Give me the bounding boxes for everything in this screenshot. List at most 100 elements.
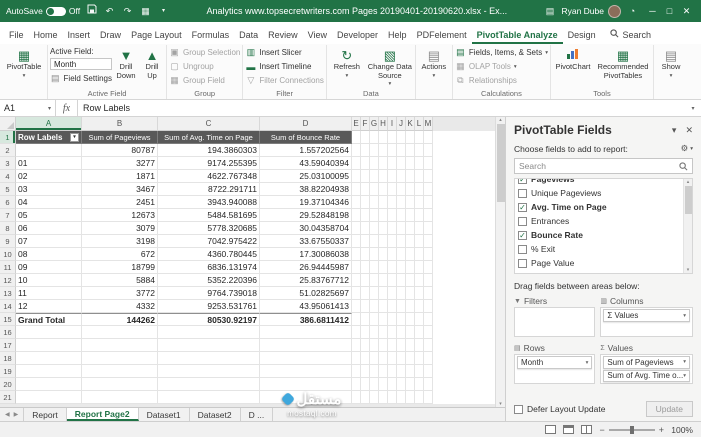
cell-f1[interactable] — [361, 131, 370, 144]
cell-h11[interactable] — [379, 261, 388, 274]
relationships-button[interactable]: ⧉ Relationships — [455, 74, 517, 87]
cell-f3[interactable] — [361, 157, 370, 170]
cell-c19[interactable] — [158, 365, 260, 378]
cell-j7[interactable] — [397, 209, 406, 222]
cell-b4[interactable]: 1871 — [82, 170, 158, 183]
cell-h4[interactable] — [379, 170, 388, 183]
cell-e19[interactable] — [352, 365, 361, 378]
cell-l2[interactable] — [415, 144, 424, 157]
cell-k6[interactable] — [406, 196, 415, 209]
cell-a15[interactable]: Grand Total — [16, 313, 82, 326]
row-header-10[interactable]: 10 — [0, 248, 16, 261]
insert-slicer-button[interactable]: ▥ Insert Slicer — [245, 46, 301, 59]
cell-b15[interactable]: 144262 — [82, 313, 158, 326]
cell-a10[interactable]: 08 — [16, 248, 82, 261]
cell-f9[interactable] — [361, 235, 370, 248]
checkbox-exit[interactable] — [518, 245, 527, 254]
cell-c21[interactable] — [158, 391, 260, 404]
area-item-dropdown-icon[interactable]: ▾ — [683, 359, 686, 365]
active-field-input[interactable]: Month — [50, 58, 112, 70]
select-all-button[interactable] — [0, 117, 16, 131]
cell-a14[interactable]: 12 — [16, 300, 82, 313]
row-header-20[interactable]: 20 — [0, 378, 16, 391]
field-item-entrances[interactable]: Entrances — [518, 214, 682, 228]
cell-k16[interactable] — [406, 326, 415, 339]
cell-j6[interactable] — [397, 196, 406, 209]
field-list-scroll-up-icon[interactable]: ▴ — [687, 179, 690, 185]
row-header-7[interactable]: 7 — [0, 209, 16, 222]
cell-g20[interactable] — [370, 378, 379, 391]
cell-d10[interactable]: 17.30086038 — [260, 248, 352, 261]
filter-connections-button[interactable]: ▽ Filter Connections — [245, 74, 323, 87]
cell-a21[interactable] — [16, 391, 82, 404]
cell-k12[interactable] — [406, 274, 415, 287]
cell-l7[interactable] — [415, 209, 424, 222]
cell-l5[interactable] — [415, 183, 424, 196]
fields-search-input[interactable]: Search — [514, 158, 693, 174]
cell-b13[interactable]: 3772 — [82, 287, 158, 300]
olap-tools-button[interactable]: ▦ OLAP Tools ▾ — [455, 60, 517, 73]
cell-j8[interactable] — [397, 222, 406, 235]
cell-a6[interactable]: 04 — [16, 196, 82, 209]
row-header-5[interactable]: 5 — [0, 183, 16, 196]
cell-m16[interactable] — [424, 326, 433, 339]
cell-g11[interactable] — [370, 261, 379, 274]
cell-c3[interactable]: 9174.255395 — [158, 157, 260, 170]
cell-g2[interactable] — [370, 144, 379, 157]
cell-i21[interactable] — [388, 391, 397, 404]
cell-d21[interactable] — [260, 391, 352, 404]
tab-developer[interactable]: Developer — [332, 30, 383, 44]
cell-k8[interactable] — [406, 222, 415, 235]
cell-i15[interactable] — [388, 313, 397, 326]
cell-h10[interactable] — [379, 248, 388, 261]
cell-m21[interactable] — [424, 391, 433, 404]
tab-pdfelement[interactable]: PDFelement — [412, 30, 472, 44]
cell-e13[interactable] — [352, 287, 361, 300]
col-header-j[interactable]: J — [397, 117, 406, 131]
col-header-h[interactable]: H — [379, 117, 388, 131]
cell-a13[interactable]: 11 — [16, 287, 82, 300]
cell-d15[interactable]: 386.6811412 — [260, 313, 352, 326]
cell-a12[interactable]: 10 — [16, 274, 82, 287]
area-item-values[interactable]: Σ Values▾ — [603, 309, 690, 322]
cell-j13[interactable] — [397, 287, 406, 300]
cell-d20[interactable] — [260, 378, 352, 391]
cell-a2[interactable] — [16, 144, 82, 157]
checkbox-bounce-rate[interactable]: ✓ — [518, 231, 527, 240]
cell-h13[interactable] — [379, 287, 388, 300]
cell-k3[interactable] — [406, 157, 415, 170]
cell-f20[interactable] — [361, 378, 370, 391]
cell-k5[interactable] — [406, 183, 415, 196]
cell-f17[interactable] — [361, 339, 370, 352]
cell-h17[interactable] — [379, 339, 388, 352]
zoom-level[interactable]: 100% — [671, 425, 693, 435]
cell-k14[interactable] — [406, 300, 415, 313]
cell-c11[interactable]: 6836.131974 — [158, 261, 260, 274]
cell-i20[interactable] — [388, 378, 397, 391]
field-list[interactable]: ✓PageviewsUnique Pageviews✓Avg. Time on … — [514, 178, 693, 274]
cell-f16[interactable] — [361, 326, 370, 339]
checkbox-pageviews[interactable]: ✓ — [518, 178, 527, 184]
cell-i5[interactable] — [388, 183, 397, 196]
cell-a4[interactable]: 02 — [16, 170, 82, 183]
cell-b14[interactable]: 4332 — [82, 300, 158, 313]
cell-g21[interactable] — [370, 391, 379, 404]
cell-d2[interactable]: 1.557202564 — [260, 144, 352, 157]
row-header-19[interactable]: 19 — [0, 365, 16, 378]
cell-m18[interactable] — [424, 352, 433, 365]
cell-b9[interactable]: 3198 — [82, 235, 158, 248]
cell-j11[interactable] — [397, 261, 406, 274]
cell-k7[interactable] — [406, 209, 415, 222]
cell-d12[interactable]: 25.83767712 — [260, 274, 352, 287]
cell-j18[interactable] — [397, 352, 406, 365]
cell-l9[interactable] — [415, 235, 424, 248]
col-header-g[interactable]: G — [370, 117, 379, 131]
cell-f7[interactable] — [361, 209, 370, 222]
cell-j17[interactable] — [397, 339, 406, 352]
cell-c12[interactable]: 5352.220396 — [158, 274, 260, 287]
cell-d3[interactable]: 43.59040394 — [260, 157, 352, 170]
autosave-toggle[interactable]: AutoSave Off — [6, 6, 80, 16]
checkbox-page-value[interactable] — [518, 259, 527, 268]
cell-i4[interactable] — [388, 170, 397, 183]
cell-m4[interactable] — [424, 170, 433, 183]
